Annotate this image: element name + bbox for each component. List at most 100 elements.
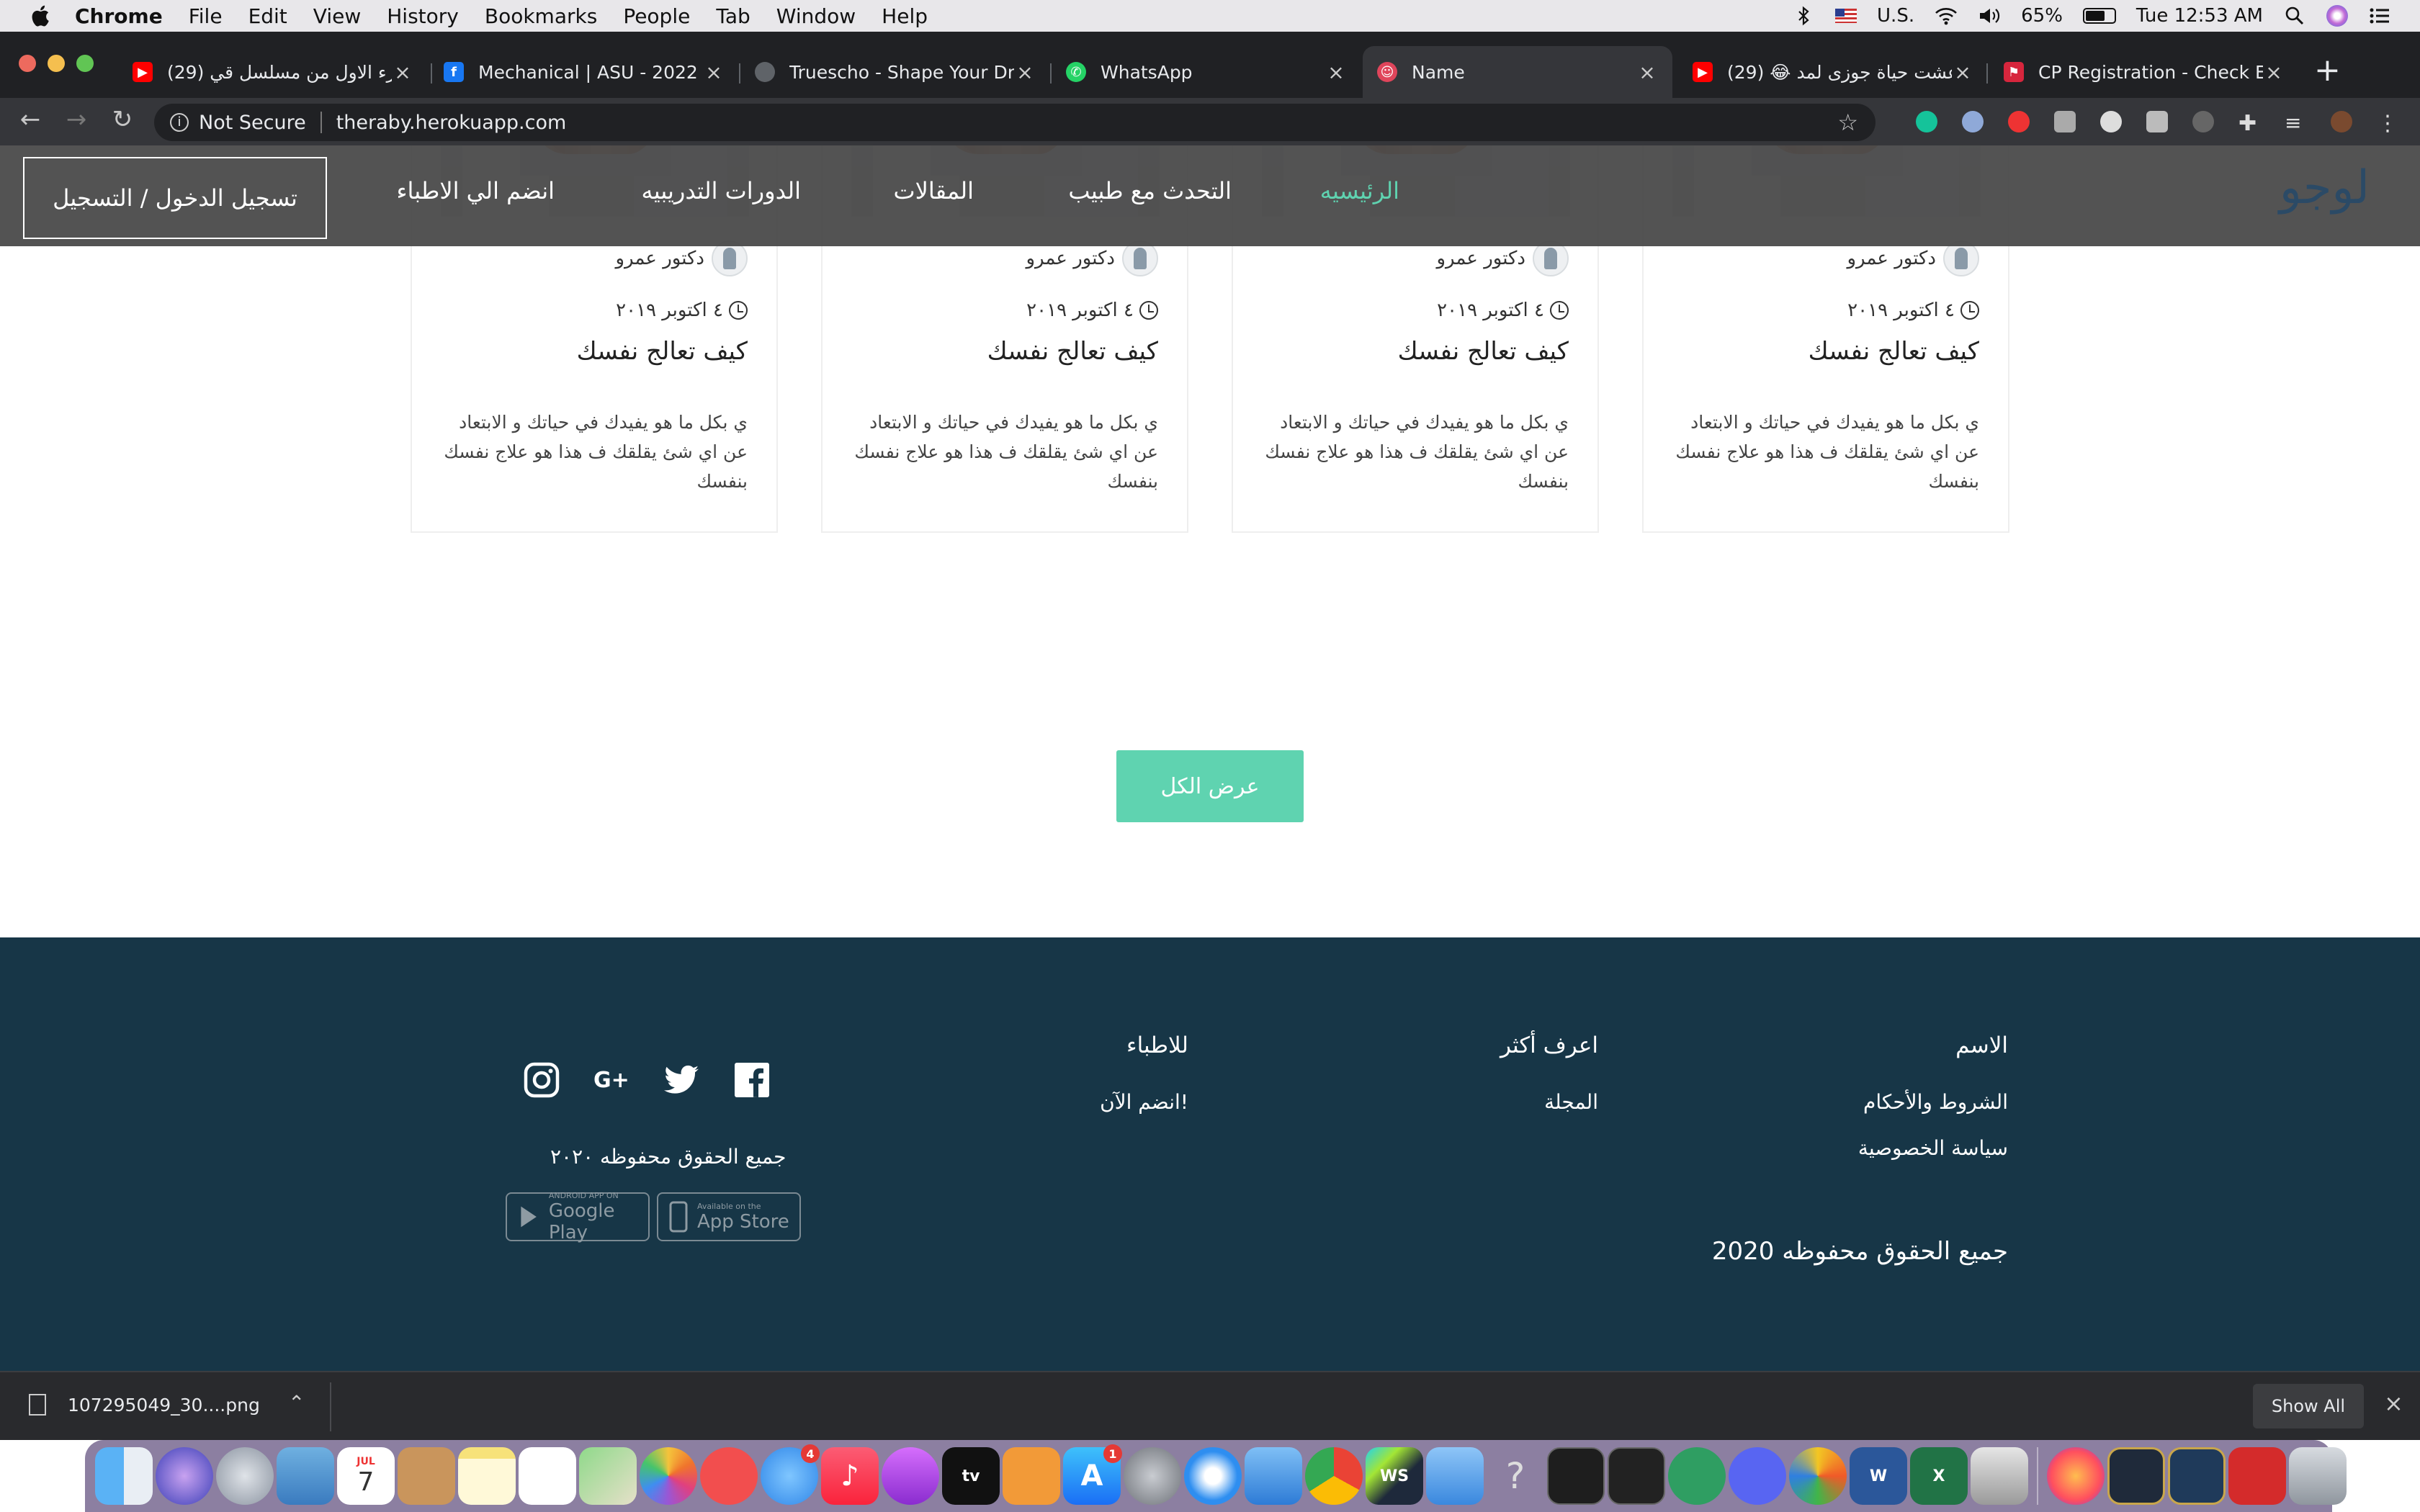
finder-icon[interactable] xyxy=(95,1447,153,1505)
menu-history[interactable]: History xyxy=(387,4,459,28)
facebook-icon[interactable] xyxy=(733,1061,771,1099)
chrome-icon[interactable] xyxy=(1305,1447,1363,1505)
tab-truescho[interactable]: Truescho - Shape Your Dre × xyxy=(740,46,1050,98)
magazine-link[interactable]: المجلة xyxy=(1544,1090,1598,1114)
address-bar[interactable]: i Not Secure theraby.herokuapp.com ☆ xyxy=(154,104,1876,141)
twitter-icon[interactable] xyxy=(663,1061,700,1099)
new-tab-plus-icon[interactable]: + xyxy=(2314,52,2341,89)
extension-icon[interactable] xyxy=(1962,111,1984,132)
league-of-legends-icon[interactable] xyxy=(2107,1447,2165,1505)
activity-monitor-icon[interactable] xyxy=(1608,1447,1665,1505)
shopping-bag-icon[interactable] xyxy=(2228,1447,2286,1505)
tab-close-icon[interactable]: × xyxy=(703,60,725,84)
wordtune-extension-icon[interactable] xyxy=(2100,111,2122,132)
pinwheel-icon[interactable] xyxy=(1789,1447,1847,1505)
nav-courses[interactable]: الدورات التدريبيه xyxy=(642,177,801,204)
close-window-button[interactable] xyxy=(19,55,36,72)
media-control-icon[interactable]: ≡ xyxy=(2285,111,2306,135)
article-title[interactable]: كيف تعالج نفسك xyxy=(987,337,1158,366)
maps-icon[interactable] xyxy=(579,1447,637,1505)
siri-icon[interactable] xyxy=(2326,5,2348,27)
xcode-icon[interactable] xyxy=(1426,1447,1484,1505)
news-icon[interactable] xyxy=(700,1447,758,1505)
tab-cp-registration[interactable]: ⚑ CP Registration - Check En × xyxy=(1989,46,2299,98)
menu-window[interactable]: Window xyxy=(776,4,856,28)
notification-center-icon[interactable] xyxy=(2368,6,2391,26)
menu-app-name[interactable]: Chrome xyxy=(75,4,163,28)
reminders-icon[interactable] xyxy=(519,1447,576,1505)
spotlight-search-icon[interactable] xyxy=(2283,6,2306,26)
atom-icon[interactable] xyxy=(1668,1447,1726,1505)
bookmark-star-icon[interactable]: ☆ xyxy=(1837,109,1858,136)
grammarly-extension-icon[interactable] xyxy=(1916,111,1937,132)
download-item[interactable]: 107295049_30....png xyxy=(29,1394,260,1416)
google-plus-icon[interactable]: G+ xyxy=(592,1061,629,1099)
nav-talk-to-doctor[interactable]: التحدث مع طبيب xyxy=(1068,177,1232,204)
show-all-downloads-button[interactable]: Show All xyxy=(2253,1384,2364,1428)
excel-icon[interactable]: X xyxy=(1910,1447,1968,1505)
disk-utility-icon[interactable] xyxy=(1971,1447,2028,1505)
terms-link[interactable]: الشروط والأحكام xyxy=(1863,1090,2008,1114)
volume-icon[interactable] xyxy=(1978,6,2001,26)
safari-icon[interactable] xyxy=(1184,1447,1242,1505)
photos-icon[interactable] xyxy=(640,1447,697,1505)
tab-close-icon[interactable]: × xyxy=(1636,60,1658,84)
help-question-icon[interactable]: ? xyxy=(1487,1447,1544,1505)
tab-active-name[interactable]: ☺ Name × xyxy=(1363,46,1672,98)
extension-icon[interactable] xyxy=(2192,111,2214,132)
clock[interactable]: Tue 12:53 AM xyxy=(2136,5,2263,27)
security-status[interactable]: Not Secure xyxy=(199,112,306,134)
tab-youtube-video[interactable]: ▶ (29) 😂 عشت حياة جوزى لمد × xyxy=(1678,46,1988,98)
folder-icon[interactable] xyxy=(1245,1447,1302,1505)
siri-icon[interactable] xyxy=(156,1447,213,1505)
bluetooth-icon[interactable] xyxy=(1792,6,1815,26)
terminal-icon[interactable] xyxy=(1547,1447,1605,1505)
battery-percent[interactable]: 65% xyxy=(2021,5,2063,27)
menu-bookmarks[interactable]: Bookmarks xyxy=(485,4,597,28)
site-logo[interactable]: لوجو xyxy=(2280,161,2370,215)
extension-icon[interactable] xyxy=(2146,111,2168,132)
profile-avatar[interactable] xyxy=(2331,111,2352,132)
books-icon[interactable] xyxy=(1003,1447,1060,1505)
menu-tab[interactable]: Tab xyxy=(716,4,750,28)
puzzle-extensions-icon[interactable]: ✚ xyxy=(2238,111,2260,136)
tab-facebook-mechanical[interactable]: f Mechanical | ASU - 2022 × xyxy=(429,46,739,98)
tab-close-icon[interactable]: × xyxy=(1325,60,1347,84)
menu-view[interactable]: View xyxy=(313,4,361,28)
messages-icon[interactable]: 4 xyxy=(761,1444,820,1505)
input-source-label[interactable]: U.S. xyxy=(1877,5,1914,27)
forward-arrow-icon[interactable]: → xyxy=(62,105,91,134)
camera-extension-icon[interactable] xyxy=(2054,111,2076,132)
menu-edit[interactable]: Edit xyxy=(248,4,287,28)
tab-close-icon[interactable]: × xyxy=(1014,60,1036,84)
back-arrow-icon[interactable]: ← xyxy=(16,105,45,134)
flag-icon[interactable] xyxy=(1835,9,1857,23)
battery-icon[interactable] xyxy=(2082,8,2116,24)
adblock-extension-icon[interactable] xyxy=(2008,111,2030,132)
contacts-icon[interactable] xyxy=(398,1447,455,1505)
login-register-button[interactable]: تسجيل الدخول / التسجيل xyxy=(23,157,327,239)
close-icon[interactable]: × xyxy=(2384,1390,2403,1417)
google-play-badge[interactable]: ANDROID APP ON Google Play xyxy=(506,1191,650,1243)
notes-icon[interactable] xyxy=(458,1447,516,1505)
preview-icon[interactable] xyxy=(277,1447,334,1505)
wifi-icon[interactable] xyxy=(1935,6,1958,26)
launchpad-icon[interactable] xyxy=(216,1447,274,1505)
word-icon[interactable]: W xyxy=(1850,1447,1907,1505)
music-icon[interactable]: ♪ xyxy=(821,1447,879,1505)
reload-icon[interactable]: ↻ xyxy=(108,105,137,134)
join-now-link[interactable]: انضم الآن! xyxy=(1100,1090,1188,1114)
tab-close-icon[interactable]: × xyxy=(392,60,413,84)
minimize-window-button[interactable] xyxy=(48,55,65,72)
chrome-menu-icon[interactable]: ⋮ xyxy=(2377,111,2398,136)
webstorm-icon[interactable]: WS xyxy=(1366,1447,1423,1505)
tab-whatsapp[interactable]: ✆ WhatsApp × xyxy=(1052,46,1361,98)
trash-icon[interactable] xyxy=(2289,1447,2347,1505)
view-all-button[interactable]: عرض الكل xyxy=(1116,750,1304,822)
article-title[interactable]: كيف تعالج نفسك xyxy=(1398,337,1569,366)
podcasts-icon[interactable] xyxy=(882,1447,939,1505)
url-text[interactable]: theraby.herokuapp.com xyxy=(336,112,567,134)
instagram-icon[interactable] xyxy=(523,1061,560,1099)
article-title[interactable]: كيف تعالج نفسك xyxy=(577,337,748,366)
calendar-icon[interactable]: JUL 7 xyxy=(337,1447,395,1505)
